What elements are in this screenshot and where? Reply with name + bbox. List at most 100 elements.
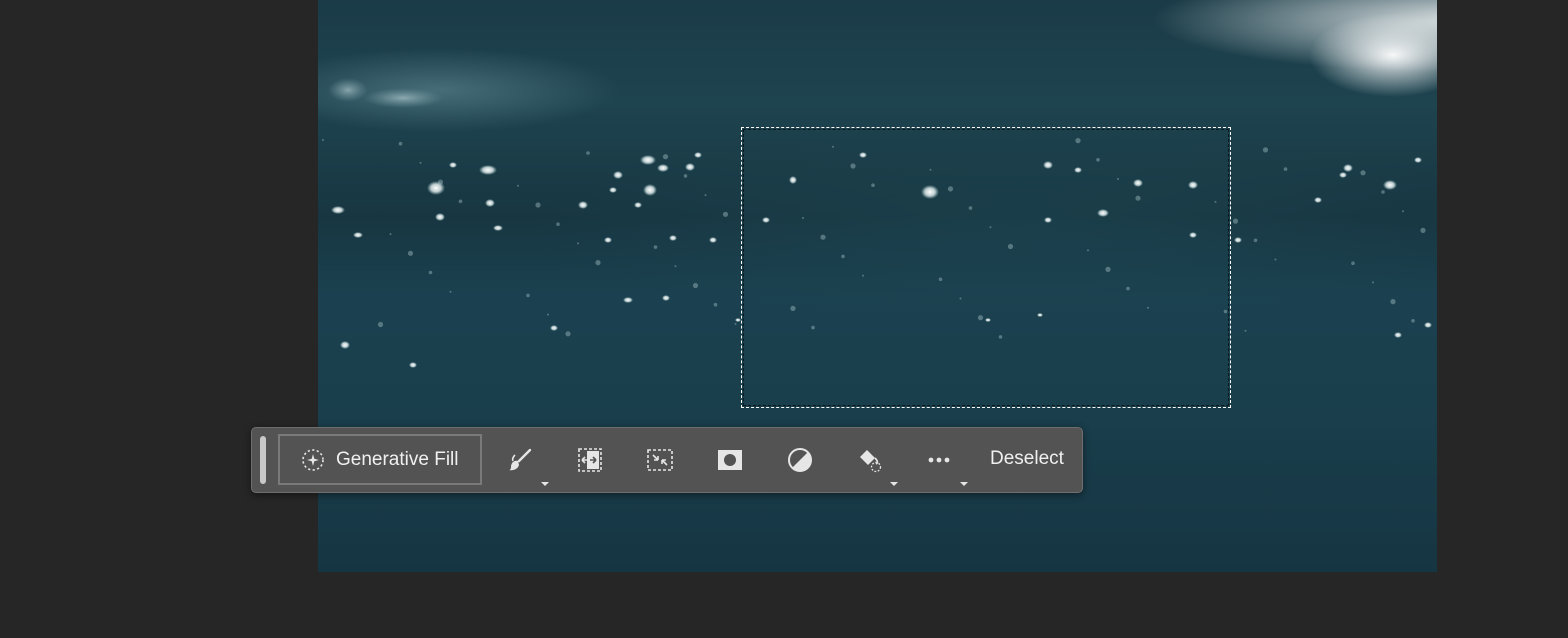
bokeh-speck [535, 202, 541, 208]
bokeh-speck [1244, 329, 1247, 332]
generative-fill-icon [302, 448, 324, 471]
bokeh-speck [692, 282, 699, 289]
invert-selection-icon [647, 449, 673, 471]
bokeh-highlight [640, 155, 656, 165]
bokeh-highlight [685, 163, 695, 171]
fill-dropdown-caret[interactable] [890, 482, 898, 486]
bokeh-speck [407, 250, 414, 256]
bokeh-highlight [609, 187, 617, 193]
bokeh-speck [322, 139, 324, 141]
bokeh-highlight [363, 88, 443, 108]
bokeh-highlight [479, 165, 497, 175]
adjustment-icon [788, 448, 812, 472]
bokeh-highlight [662, 295, 670, 301]
bokeh-speck [377, 321, 384, 328]
bokeh-speck [565, 331, 571, 337]
bokeh-speck [713, 302, 718, 307]
bokeh-highlight [1394, 332, 1402, 338]
bokeh-highlight [409, 362, 417, 368]
bokeh-speck [1372, 281, 1374, 284]
add-mask-button[interactable] [714, 444, 746, 476]
bokeh-speck [662, 154, 669, 160]
bokeh-speck [389, 233, 392, 236]
bokeh-speck [1411, 319, 1415, 323]
bokeh-speck [577, 242, 579, 245]
bokeh-highlight [331, 206, 345, 214]
bokeh-speck [419, 161, 422, 164]
bokeh-highlight [578, 201, 588, 209]
contextual-taskbar: Generative Fill Deselect [251, 427, 1083, 493]
bokeh-speck [458, 199, 463, 204]
mask-icon [718, 450, 742, 470]
marquee-selection[interactable] [741, 127, 1231, 408]
bokeh-highlight [328, 78, 368, 102]
bokeh-highlight [1339, 172, 1347, 178]
adjustment-layer-button[interactable] [784, 444, 816, 476]
bokeh-speck [674, 265, 677, 268]
bokeh-speck [586, 151, 590, 155]
more-options-dropdown-caret[interactable] [960, 482, 968, 486]
bokeh-speck [653, 245, 658, 249]
deselect-button[interactable]: Deselect [990, 448, 1064, 470]
bokeh-highlight [449, 162, 457, 168]
bokeh-highlight [613, 171, 623, 179]
bokeh-speck [437, 179, 444, 185]
bokeh-speck [1390, 299, 1396, 305]
modify-selection-button[interactable] [644, 444, 676, 476]
fill-selection-button[interactable] [854, 444, 886, 476]
bokeh-speck [1381, 190, 1385, 194]
bokeh-speck [1232, 218, 1239, 224]
bokeh-speck [1283, 167, 1288, 171]
bokeh-highlight [634, 202, 642, 208]
bokeh-speck [428, 270, 433, 275]
bokeh-highlight [353, 232, 363, 238]
bokeh-speck [556, 222, 560, 226]
bokeh-speck [1274, 258, 1277, 261]
bokeh-speck [1253, 238, 1258, 243]
bokeh-highlight [1343, 164, 1353, 172]
bokeh-speck [722, 211, 729, 217]
bokeh-highlight [709, 237, 717, 243]
bokeh-speck [1262, 147, 1269, 153]
bokeh-speck [734, 322, 737, 325]
bokeh-highlight [340, 341, 350, 349]
bokeh-highlight [623, 297, 633, 303]
bokeh-speck [704, 194, 707, 197]
bokeh-highlight [1383, 180, 1397, 190]
bokeh-highlight [1234, 237, 1242, 243]
bokeh-speck [398, 141, 403, 146]
bokeh-speck [1420, 227, 1426, 233]
brush-icon [509, 448, 532, 471]
bokeh-highlight [694, 152, 702, 158]
more-options-button[interactable] [923, 444, 955, 476]
bokeh-highlight [604, 237, 612, 243]
generative-fill-button[interactable]: Generative Fill [278, 434, 482, 485]
bokeh-highlight [435, 213, 445, 221]
brush-tool-button[interactable] [504, 444, 536, 476]
bokeh-speck [1402, 210, 1404, 213]
bokeh-speck [526, 293, 530, 298]
bokeh-highlight [1424, 322, 1432, 328]
generative-fill-label: Generative Fill [336, 448, 459, 470]
bokeh-highlight [493, 225, 503, 231]
bokeh-speck [547, 313, 549, 316]
more-options-icon [928, 457, 950, 463]
bokeh-speck [449, 290, 452, 293]
bokeh-highlight [657, 164, 669, 172]
bokeh-highlight [643, 184, 657, 196]
bokeh-speck [1360, 170, 1366, 176]
transform-selection-button[interactable] [574, 444, 606, 476]
bokeh-speck [683, 174, 688, 178]
bokeh-speck [517, 184, 519, 187]
bokeh-highlight [485, 199, 495, 207]
taskbar-drag-handle[interactable] [260, 436, 266, 484]
bokeh-highlight [550, 325, 558, 331]
transform-selection-icon [578, 448, 602, 472]
bokeh-speck [1351, 261, 1355, 266]
bokeh-highlight [1414, 157, 1422, 163]
brush-dropdown-caret[interactable] [541, 482, 549, 486]
bokeh-highlight [669, 235, 677, 241]
fill-bucket-icon [860, 450, 882, 473]
bokeh-speck [595, 260, 601, 266]
bokeh-highlight [1314, 197, 1322, 203]
